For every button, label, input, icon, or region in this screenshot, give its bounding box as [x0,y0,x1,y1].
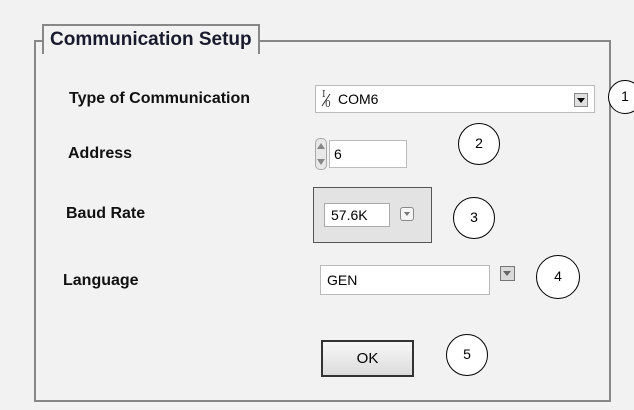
svg-text:0: 0 [325,100,331,109]
callout-3: 3 [453,197,495,239]
callout-2: 2 [458,123,500,165]
address-input[interactable]: 6 [329,140,407,168]
chevron-down-icon[interactable] [574,93,588,107]
communication-type-value: COM6 [338,91,379,107]
visa-resource-icon: I 0 [320,89,334,110]
ok-button[interactable]: OK [321,340,414,377]
address-numeric-control[interactable]: 6 [315,138,407,170]
language-select[interactable]: GEN [320,265,490,295]
chevron-down-icon[interactable] [500,266,515,281]
type-of-communication-label: Type of Communication [69,90,251,107]
chevron-down-icon[interactable] [400,207,414,221]
increment-arrow-icon[interactable] [317,143,325,149]
group-title: Communication Setup [42,24,260,54]
baud-rate-label: Baud Rate [66,205,146,222]
baud-rate-frame: 57.6K [313,187,432,243]
increment-decrement-icon[interactable] [315,138,327,170]
callout-4: 4 [536,255,580,299]
address-label: Address [68,145,133,162]
callout-5: 5 [446,334,488,376]
callout-1: 1 [608,80,634,114]
svg-text:I: I [322,90,326,100]
communication-type-select[interactable]: I 0 COM6 [315,85,595,113]
baud-rate-value[interactable]: 57.6K [324,203,390,227]
language-label: Language [63,272,139,289]
decrement-arrow-icon[interactable] [317,159,325,165]
